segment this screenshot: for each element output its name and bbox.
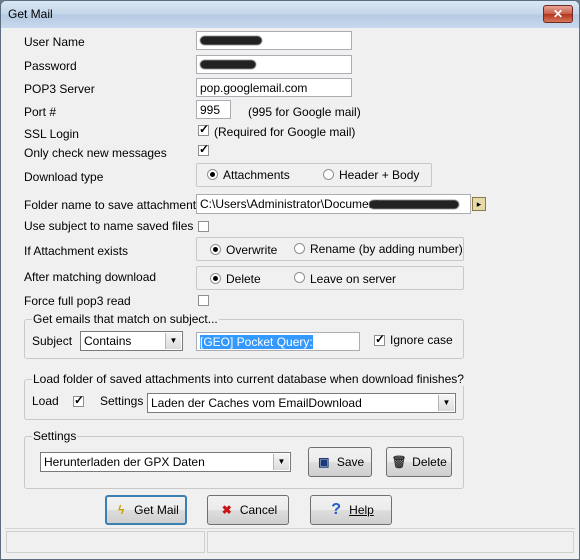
pop3-server-input[interactable]: pop.googlemail.com xyxy=(196,78,352,97)
chevron-down-icon: ▼ xyxy=(273,454,289,470)
if-exists-group: Overwrite Rename (by adding number) xyxy=(196,237,464,261)
ssl-login-checkbox[interactable] xyxy=(198,122,209,136)
settings-group: Settings Herunterladen der GPX Daten ▼ ▣… xyxy=(24,429,464,489)
match-subject-group: Get emails that match on subject... Subj… xyxy=(24,312,464,359)
cancel-x-icon: ✖ xyxy=(221,503,232,517)
floppy-disk-icon: ▣ xyxy=(318,455,330,469)
password-label: Password xyxy=(24,59,77,73)
status-pane-1 xyxy=(6,531,205,553)
load-settings-label: Settings xyxy=(100,394,144,408)
browse-folder-icon[interactable]: ▸ xyxy=(472,197,486,211)
get-mail-window: Get Mail ✕ User Name Password POP3 Serve… xyxy=(0,0,580,560)
force-pop3-label: Force full pop3 read xyxy=(24,294,131,308)
use-subject-checkbox[interactable] xyxy=(198,221,209,232)
help-label: Help xyxy=(349,503,374,517)
ignore-case-label: Ignore case xyxy=(390,333,453,347)
help-button[interactable]: ? Help xyxy=(310,495,392,525)
folder-path: C:\Users\Administrator\Documents xyxy=(200,197,385,211)
only-new-checkbox[interactable] xyxy=(198,142,209,156)
radio-attachments-label: Attachments xyxy=(223,168,290,182)
lightning-icon: ϟ xyxy=(117,503,125,517)
port-hint: (995 for Google mail) xyxy=(248,105,361,119)
radio-delete-label: Delete xyxy=(226,272,261,286)
radio-rename-label: Rename (by adding number) xyxy=(310,242,463,256)
load-label: Load xyxy=(32,394,59,408)
dialog-body: User Name Password POP3 Server pop.googl… xyxy=(5,28,575,556)
cancel-label: Cancel xyxy=(239,503,278,517)
settings-legend: Settings xyxy=(32,429,78,443)
radio-header-body[interactable] xyxy=(323,169,334,180)
ssl-login-label: SSL Login xyxy=(24,127,79,141)
load-settings-value: Laden der Caches vom EmailDownload xyxy=(151,396,362,410)
subject-text-selected: [GEO] Pocket Query: xyxy=(200,335,313,349)
folder-label: Folder name to save attachments xyxy=(24,198,203,212)
redacted-folder xyxy=(369,200,459,209)
password-input[interactable] xyxy=(196,55,352,74)
use-subject-label: Use subject to name saved files xyxy=(24,219,194,233)
delete-label: Delete xyxy=(412,455,447,469)
download-type-group: Attachments Header + Body xyxy=(196,163,432,187)
only-new-label: Only check new messages xyxy=(24,146,167,160)
subject-operator-value: Contains xyxy=(84,334,132,348)
status-bar xyxy=(5,528,575,556)
port-label: Port # xyxy=(24,105,57,119)
user-name-input[interactable] xyxy=(196,31,352,50)
load-settings-select[interactable]: Laden der Caches vom EmailDownload ▼ xyxy=(147,393,456,413)
radio-header-body-label: Header + Body xyxy=(339,168,420,182)
radio-overwrite-label: Overwrite xyxy=(226,243,278,257)
settings-select-value: Herunterladen der GPX Daten xyxy=(44,455,205,469)
help-question-icon: ? xyxy=(331,501,342,518)
if-exists-label: If Attachment exists xyxy=(24,244,129,258)
trash-icon: 🗑 xyxy=(391,455,407,469)
delete-settings-button[interactable]: 🗑 Delete xyxy=(386,447,452,477)
radio-attachments[interactable] xyxy=(207,169,218,180)
cancel-button[interactable]: ✖ Cancel xyxy=(207,495,289,525)
get-mail-label: Get Mail xyxy=(134,503,179,517)
chevron-down-icon: ▼ xyxy=(165,333,181,349)
radio-overwrite[interactable] xyxy=(210,244,221,255)
get-mail-button[interactable]: ϟ Get Mail xyxy=(105,495,187,525)
ssl-hint: (Required for Google mail) xyxy=(214,125,356,139)
status-pane-2 xyxy=(207,531,574,553)
subject-text-input[interactable]: [GEO] Pocket Query: xyxy=(196,332,360,351)
subject-operator-select[interactable]: Contains ▼ xyxy=(80,331,183,351)
user-name-label: User Name xyxy=(24,35,85,49)
after-match-label: After matching download xyxy=(24,270,157,284)
load-checkbox[interactable] xyxy=(73,393,84,407)
radio-rename[interactable] xyxy=(294,243,305,254)
radio-delete[interactable] xyxy=(210,273,221,284)
folder-input[interactable]: C:\Users\Administrator\Documents xyxy=(196,194,471,214)
title-bar: Get Mail ✕ xyxy=(1,1,579,28)
close-icon[interactable]: ✕ xyxy=(543,5,573,23)
save-settings-button[interactable]: ▣ Save xyxy=(308,447,372,477)
redacted-username xyxy=(200,36,262,45)
save-label: Save xyxy=(336,455,365,469)
radio-leave-on-server-label: Leave on server xyxy=(310,272,397,286)
settings-select[interactable]: Herunterladen der GPX Daten ▼ xyxy=(40,452,291,472)
ignore-case-checkbox[interactable] xyxy=(374,332,385,346)
after-match-group: Delete Leave on server xyxy=(196,266,464,290)
window-title: Get Mail xyxy=(8,7,53,21)
force-pop3-checkbox[interactable] xyxy=(198,295,209,306)
port-input[interactable]: 995 xyxy=(196,100,231,119)
chevron-down-icon: ▼ xyxy=(438,395,454,411)
load-folder-group: Load folder of saved attachments into cu… xyxy=(24,372,465,420)
download-type-label: Download type xyxy=(24,170,104,184)
match-subject-legend: Get emails that match on subject... xyxy=(32,312,219,326)
radio-leave-on-server[interactable] xyxy=(294,272,305,283)
redacted-password xyxy=(200,60,256,69)
pop3-server-label: POP3 Server xyxy=(24,82,95,96)
load-folder-legend: Load folder of saved attachments into cu… xyxy=(32,372,465,386)
subject-label: Subject xyxy=(32,334,73,348)
